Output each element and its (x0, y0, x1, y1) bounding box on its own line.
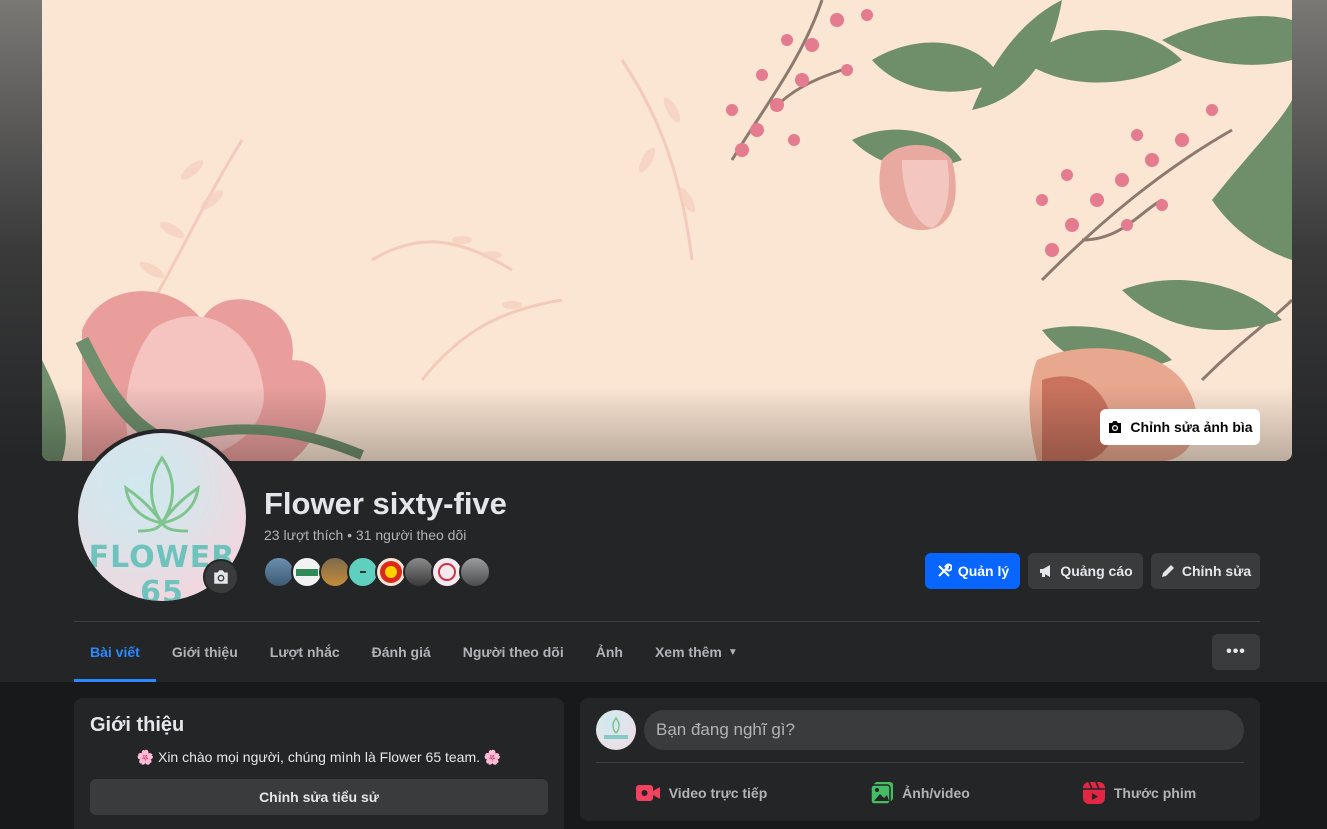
composer-placeholder: Bạn đang nghĩ gì? (656, 720, 795, 739)
manage-button[interactable]: Quản lý (925, 553, 1020, 589)
edit-bio-button[interactable]: Chỉnh sửa tiểu sử (90, 779, 548, 815)
edit-page-label: Chỉnh sửa (1181, 563, 1252, 579)
live-video-button[interactable]: Video trực tiếp (596, 773, 806, 813)
advertise-label: Quảng cáo (1060, 563, 1133, 579)
ellipsis-icon: ••• (1226, 643, 1246, 660)
more-options-button[interactable]: ••• (1212, 634, 1260, 670)
follower-avatar[interactable] (459, 556, 491, 588)
photo-video-button[interactable]: Ảnh/video (815, 773, 1025, 813)
composer-divider (596, 762, 1244, 763)
reel-button[interactable]: Thước phim (1034, 773, 1244, 813)
tab-about[interactable]: Giới thiệu (156, 622, 254, 682)
tab-label: Bài viết (90, 644, 140, 660)
update-profile-picture-button[interactable] (203, 559, 239, 595)
tab-photos[interactable]: Ảnh (580, 622, 639, 682)
tab-label: Xem thêm (654, 644, 722, 660)
tab-followers[interactable]: Người theo dõi (447, 622, 580, 682)
pencil-icon (1160, 563, 1176, 579)
camera-icon (212, 568, 230, 586)
photo-video-label: Ảnh/video (902, 785, 970, 801)
tab-label: Giới thiệu (171, 644, 238, 660)
tab-label: Ảnh (595, 644, 623, 660)
edit-bio-label: Chỉnh sửa tiểu sử (259, 789, 379, 805)
tab-reviews[interactable]: Đánh giá (356, 622, 447, 682)
reel-label: Thước phim (1113, 785, 1197, 801)
intro-bio: 🌸 Xin chào mọi người, chúng mình là Flow… (136, 749, 502, 765)
intro-card: Giới thiệu 🌸 Xin chào mọi người, chúng m… (74, 698, 564, 829)
advertise-button[interactable]: Quảng cáo (1028, 553, 1143, 589)
tab-posts[interactable]: Bài viết (74, 622, 156, 682)
megaphone-icon (1038, 563, 1054, 579)
page-stats[interactable]: 23 lượt thích • 31 người theo dõi (264, 527, 466, 543)
camera-icon (1107, 419, 1123, 435)
post-composer: Bạn đang nghĩ gì? Video trực tiếp Ảnh/vi… (580, 698, 1260, 821)
photo-icon (870, 781, 894, 805)
tab-label: Người theo dõi (462, 644, 564, 660)
intro-title: Giới thiệu (90, 714, 185, 736)
chevron-down-icon: ▼ (727, 646, 738, 658)
live-video-label: Video trực tiếp (668, 785, 768, 801)
live-video-icon (635, 782, 661, 804)
tab-mentions[interactable]: Lượt nhắc (254, 622, 356, 682)
composer-avatar[interactable] (596, 710, 636, 750)
tab-more[interactable]: Xem thêm ▼ (639, 622, 754, 682)
cover-photo[interactable] (42, 0, 1292, 461)
edit-cover-photo-button[interactable]: Chỉnh sửa ảnh bìa (1100, 409, 1260, 445)
reel-icon (1082, 781, 1106, 805)
follower-avatars[interactable] (263, 556, 491, 588)
page-title: Flower sixty-five (264, 486, 507, 521)
edit-cover-photo-label: Chỉnh sửa ảnh bìa (1130, 419, 1253, 435)
edit-page-button[interactable]: Chỉnh sửa (1151, 553, 1260, 589)
wrench-icon (936, 563, 952, 579)
tab-label: Đánh giá (371, 644, 431, 660)
manage-label: Quản lý (957, 563, 1010, 579)
tab-label: Lượt nhắc (269, 644, 340, 660)
profile-tabs: Bài viết Giới thiệu Lượt nhắc Đánh giá N… (74, 622, 754, 682)
composer-input[interactable]: Bạn đang nghĩ gì? (644, 710, 1244, 750)
